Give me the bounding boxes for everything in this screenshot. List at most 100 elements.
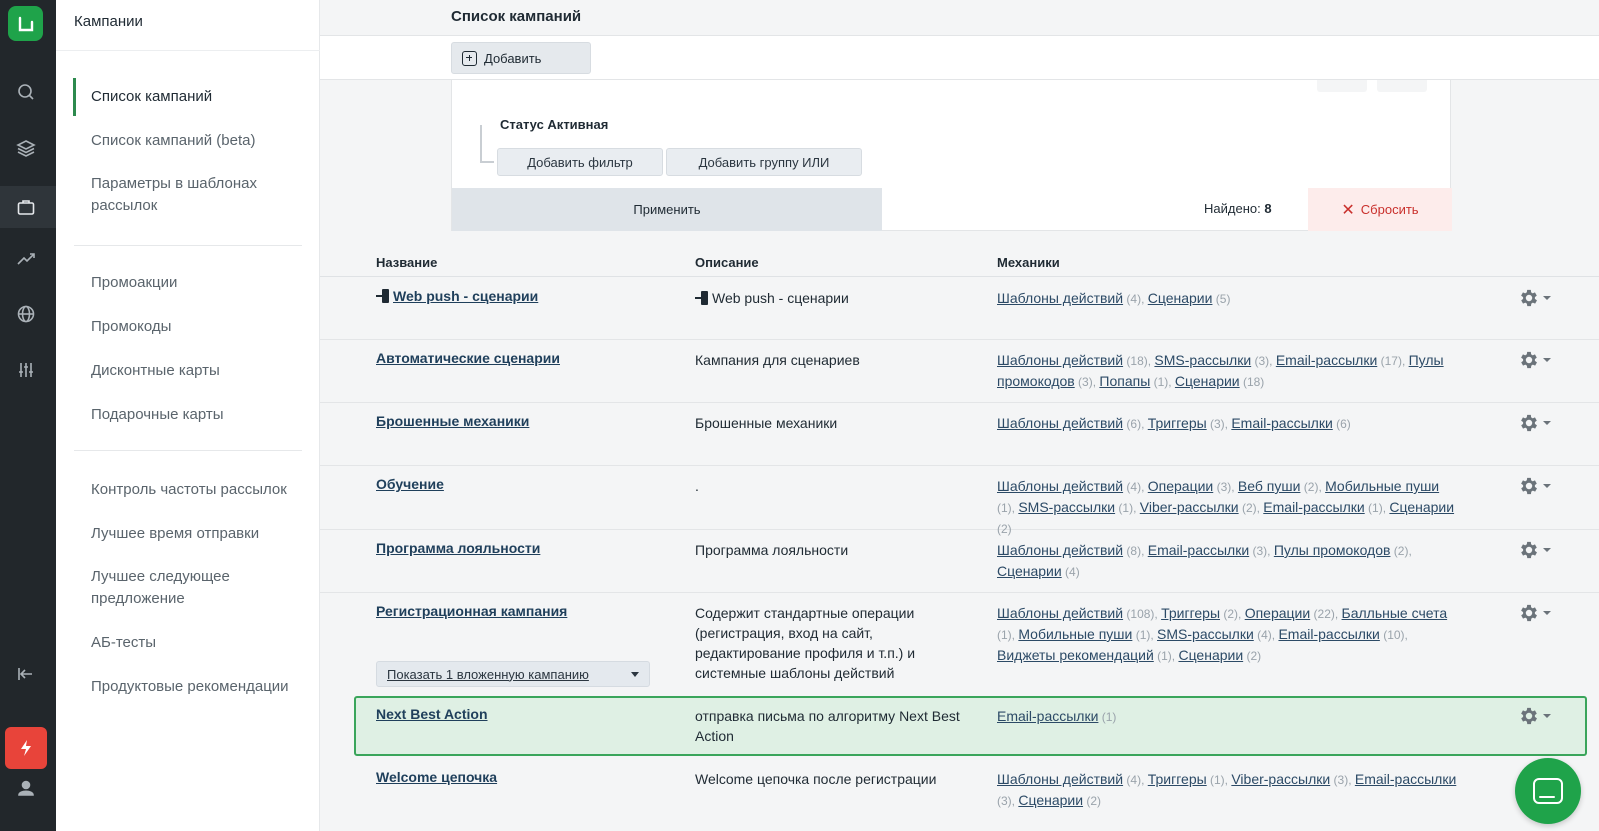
campaign-name-link[interactable]: Web push - сценарии <box>376 288 538 304</box>
row-settings-button[interactable] <box>1518 348 1554 372</box>
campaign-mechanics: Шаблоны действий (108), Триггеры (2), Оп… <box>997 603 1457 666</box>
column-header-name[interactable]: Название <box>376 255 437 270</box>
sidebar-item-promo-actions[interactable]: Промоакции <box>91 272 311 294</box>
campaign-name-link[interactable]: Next Best Action <box>376 706 488 722</box>
mechanic-count: (5) <box>1212 292 1231 306</box>
row-settings-button[interactable] <box>1518 601 1554 625</box>
mechanic-link[interactable]: Сценарии <box>1148 290 1213 306</box>
row-settings-button[interactable] <box>1518 474 1554 498</box>
mechanic-link[interactable]: Сценарии <box>1175 373 1240 389</box>
row-settings-button[interactable] <box>1518 411 1554 435</box>
mechanic-link[interactable]: Email-рассылки <box>1276 352 1377 368</box>
mechanic-link[interactable]: Шаблоны действий <box>997 605 1123 621</box>
mechanic-link[interactable]: SMS-рассылки <box>1018 499 1115 515</box>
mechanic-link[interactable]: Email-рассылки <box>1355 771 1456 787</box>
sidebar-item-template-params[interactable]: Параметры в шаблонах рассылок <box>91 173 281 217</box>
sidebar-item-product-recommendations[interactable]: Продуктовые рекомендации <box>91 676 311 698</box>
apply-button[interactable]: Применить <box>452 188 882 231</box>
sidebar-item-ab-tests[interactable]: АБ-тесты <box>91 632 311 654</box>
mechanic-link[interactable]: Email-рассылки <box>1278 626 1379 642</box>
sidebar-item-next-best-offer[interactable]: Лучшее следующее предложение <box>91 566 251 610</box>
sidebar-item-best-send-time[interactable]: Лучшее время отправки <box>91 523 311 545</box>
mechanic-link[interactable]: Email-рассылки <box>997 708 1098 724</box>
mechanic-count: (2) <box>1083 794 1102 808</box>
campaign-name-link[interactable]: Welcome цепочка <box>376 769 497 785</box>
table-row-highlighted: Next Best Action отправка письма по алго… <box>354 696 1587 756</box>
mechanic-link[interactable]: Шаблоны действий <box>997 478 1123 494</box>
table-row: Регистрационная кампания Содержит станда… <box>320 593 1599 694</box>
column-header-description: Описание <box>695 255 759 270</box>
mechanic-count: (1) <box>1098 710 1117 724</box>
mechanic-link[interactable]: Сценарии <box>997 563 1062 579</box>
mechanic-link[interactable]: Виджеты рекомендаций <box>997 647 1154 663</box>
mechanic-link[interactable]: Триггеры <box>1148 771 1207 787</box>
campaign-name-link[interactable]: Обучение <box>376 476 444 492</box>
mechanic-count: (3), <box>1206 417 1232 431</box>
campaign-name-link[interactable]: Брошенные механики <box>376 413 529 429</box>
mechanic-link[interactable]: Триггеры <box>1148 415 1207 431</box>
add-or-group-button[interactable]: Добавить группу ИЛИ <box>666 148 862 176</box>
search-icon[interactable] <box>12 78 40 106</box>
bolt-icon[interactable] <box>5 727 47 769</box>
gear-icon <box>1521 477 1537 495</box>
mechanic-link[interactable]: Триггеры <box>1161 605 1220 621</box>
mechanic-link[interactable]: Email-рассылки <box>1231 415 1332 431</box>
mechanic-link[interactable]: Операции <box>1245 605 1311 621</box>
column-header-mechanics: Механики <box>997 255 1060 270</box>
mechanic-link[interactable]: Сценарии <box>1389 499 1454 515</box>
campaign-name-link[interactable]: Регистрационная кампания <box>376 603 567 619</box>
row-settings-button[interactable] <box>1518 704 1554 728</box>
mechanic-count: (3), <box>1213 480 1238 494</box>
mechanic-link[interactable]: Попапы <box>1099 373 1150 389</box>
mechanic-link[interactable]: Viber-рассылки <box>1140 499 1239 515</box>
row-settings-button[interactable] <box>1518 286 1554 310</box>
logo-icon[interactable] <box>8 6 43 41</box>
filter-group-bracket <box>480 125 494 163</box>
sidebar-item-gift-cards[interactable]: Подарочные карты <box>91 404 311 426</box>
mechanic-link[interactable]: Операции <box>1148 478 1214 494</box>
mechanic-link[interactable]: Сценарии <box>1018 792 1083 808</box>
trending-icon[interactable] <box>12 245 40 273</box>
add-filter-button[interactable]: Добавить фильтр <box>497 148 663 176</box>
sidebar-item-frequency-control[interactable]: Контроль частоты рассылок <box>91 479 311 501</box>
mechanic-link[interactable]: Шаблоны действий <box>997 352 1123 368</box>
sidebar-item-campaign-list[interactable]: Список кампаний <box>91 86 311 108</box>
collapse-icon[interactable] <box>12 660 40 688</box>
reset-button[interactable]: ✕ Сбросить <box>1308 188 1452 231</box>
gear-icon <box>1521 351 1537 369</box>
mechanic-link[interactable]: Мобильные пуши <box>1018 626 1132 642</box>
mechanic-link[interactable]: Email-рассылки <box>1263 499 1364 515</box>
briefcase-icon[interactable] <box>12 193 40 221</box>
show-nested-campaigns-button[interactable]: Показать 1 вложенную кампанию <box>376 661 650 687</box>
mechanic-link[interactable]: SMS-рассылки <box>1154 352 1251 368</box>
mechanic-link[interactable]: Шаблоны действий <box>997 542 1123 558</box>
mechanic-link[interactable]: Пулы промокодов <box>1274 542 1391 558</box>
campaign-mechanics: Шаблоны действий (6), Триггеры (3), Emai… <box>997 413 1457 434</box>
mechanic-link[interactable]: Шаблоны действий <box>997 290 1123 306</box>
globe-icon[interactable] <box>12 300 40 328</box>
toolbar: Добавить <box>320 36 1599 80</box>
campaign-name-link[interactable]: Программа лояльности <box>376 540 540 556</box>
campaign-name-link[interactable]: Автоматические сценарии <box>376 350 560 366</box>
user-icon[interactable] <box>12 774 40 802</box>
mechanic-count: (4), <box>1253 628 1279 642</box>
sidebar-item-promocodes[interactable]: Промокоды <box>91 316 311 338</box>
add-button[interactable]: Добавить <box>451 42 591 74</box>
mechanic-count: (1), <box>997 501 1019 515</box>
mechanic-link[interactable]: Сценарии <box>1178 647 1243 663</box>
layers-icon[interactable] <box>12 134 40 162</box>
row-settings-button[interactable] <box>1518 538 1554 562</box>
sidebar-item-discount-cards[interactable]: Дисконтные карты <box>91 360 311 382</box>
mechanic-count: (2), <box>1220 607 1245 621</box>
mechanic-link[interactable]: SMS-рассылки <box>1157 626 1254 642</box>
chat-button[interactable] <box>1515 758 1581 824</box>
mechanic-link[interactable]: Шаблоны действий <box>997 415 1123 431</box>
mechanic-link[interactable]: Viber-рассылки <box>1231 771 1330 787</box>
mechanic-link[interactable]: Шаблоны действий <box>997 771 1123 787</box>
sidebar-item-campaign-list-beta[interactable]: Список кампаний (beta) <box>91 130 311 152</box>
mechanic-link[interactable]: Мобильные пуши <box>1325 478 1439 494</box>
mechanic-link[interactable]: Email-рассылки <box>1148 542 1249 558</box>
sliders-icon[interactable] <box>12 356 40 384</box>
mechanic-link[interactable]: Веб пуши <box>1238 478 1301 494</box>
mechanic-link[interactable]: Балльные счета <box>1342 605 1448 621</box>
